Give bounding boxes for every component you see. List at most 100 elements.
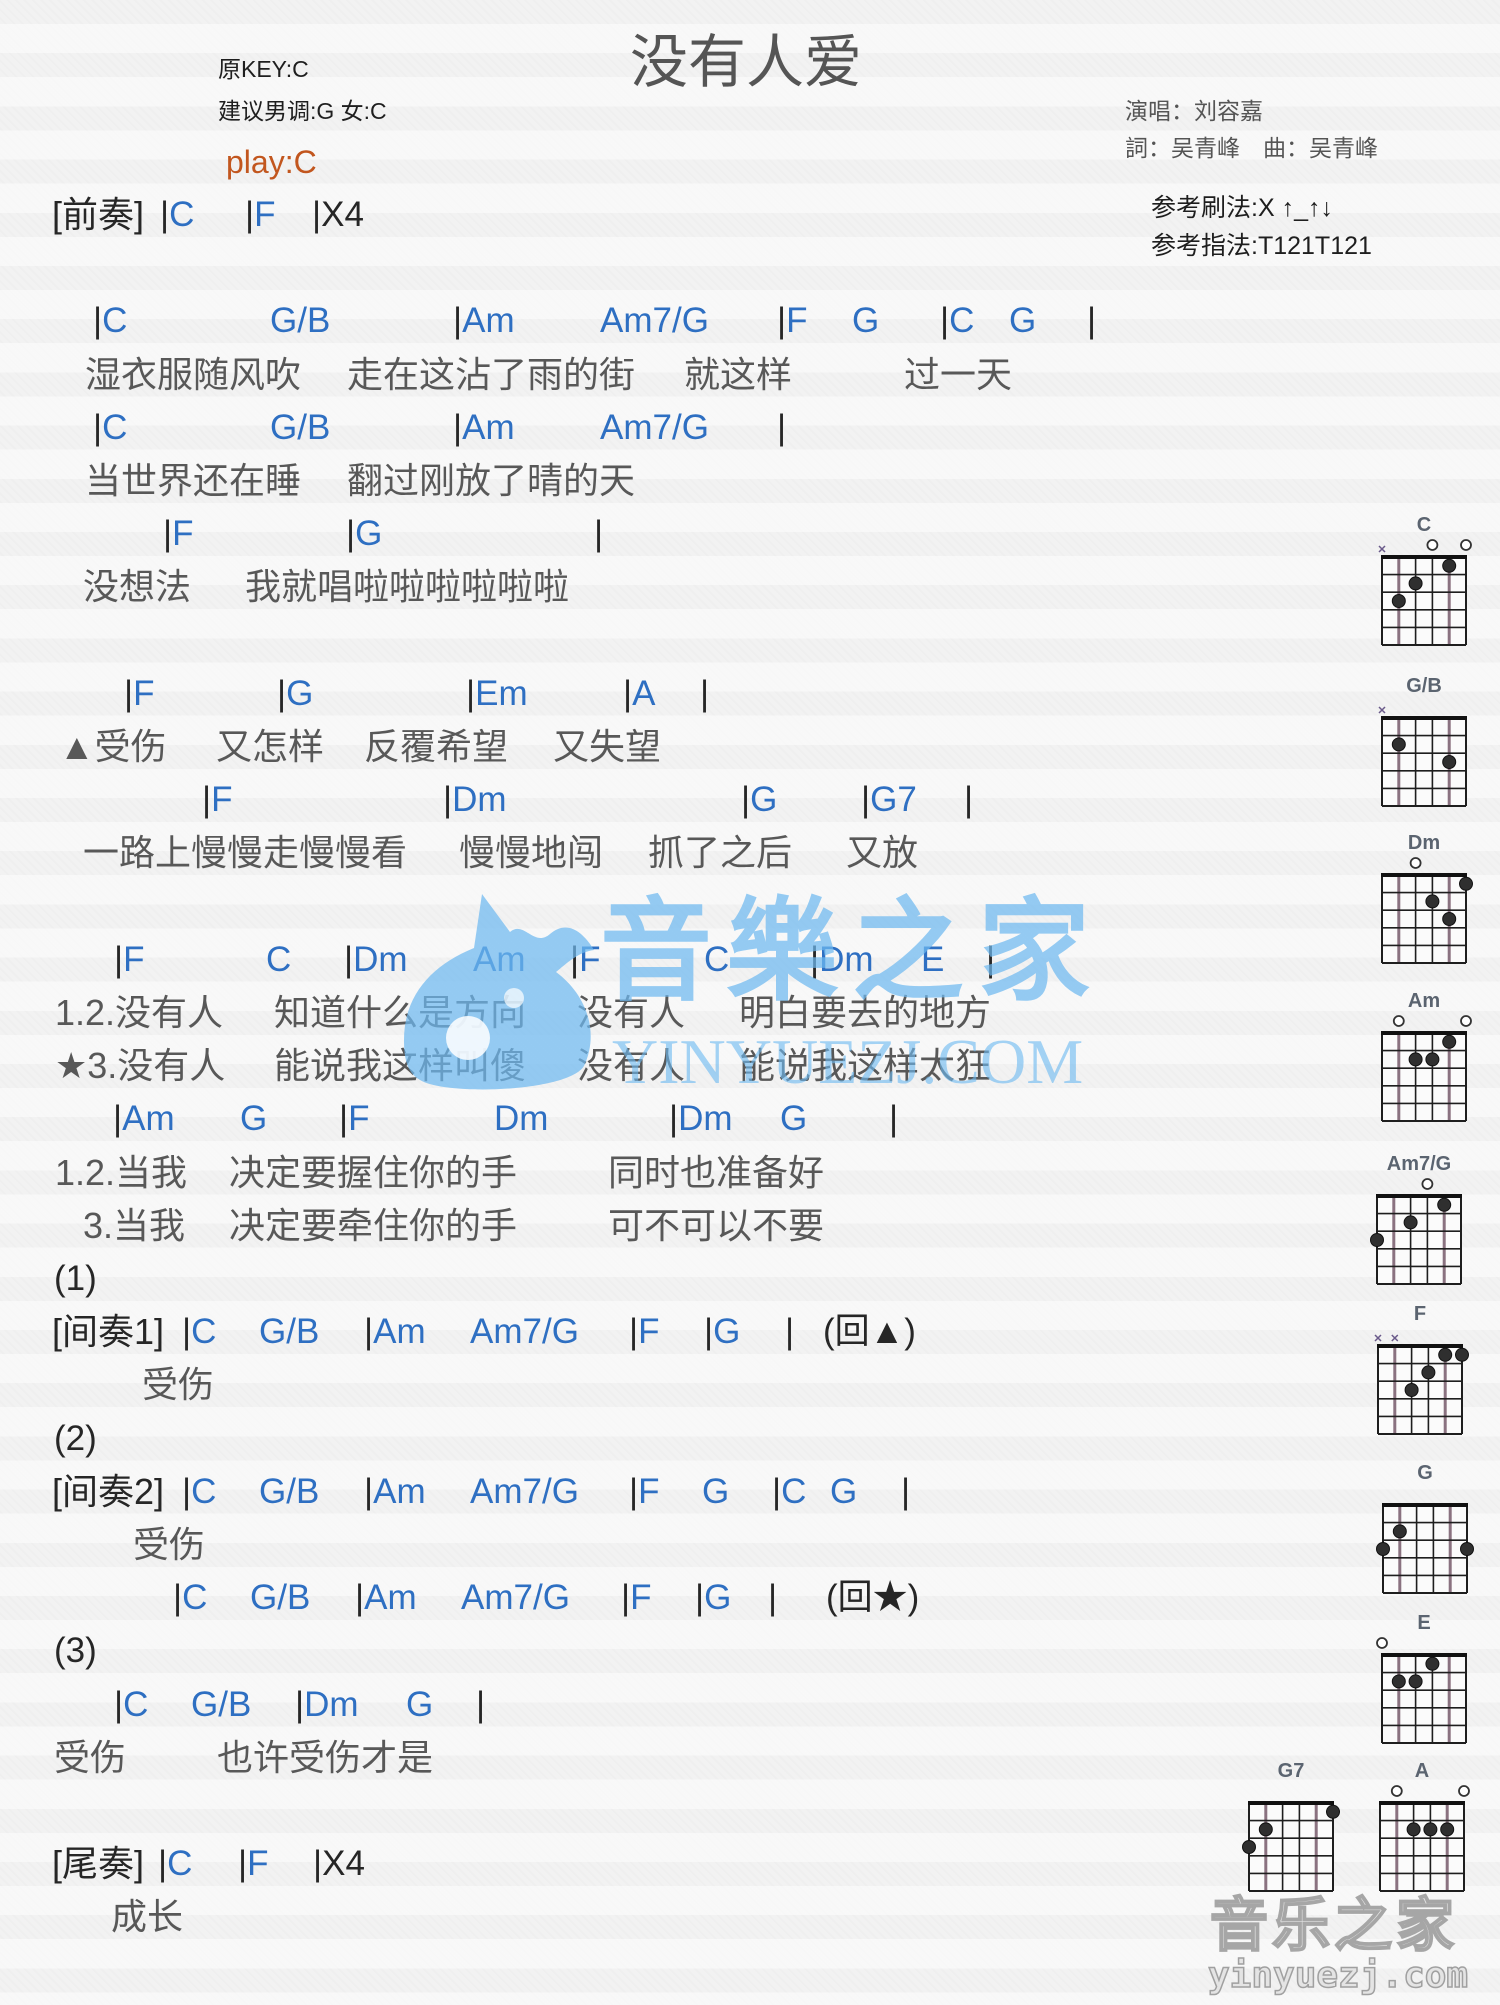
finger-dot [1403, 1215, 1418, 1230]
chord-token: |C [158, 1837, 192, 1890]
chord-name: F [638, 1312, 660, 1351]
chord-diagram-e: E [1376, 1612, 1467, 1744]
chord-name: Dm [819, 940, 874, 979]
bar-line: | [741, 780, 751, 819]
lyric-line: 成长 [0, 1890, 1360, 1943]
chord-name: G [704, 1578, 732, 1617]
chord-token: |G [346, 507, 382, 560]
bar-line: | [182, 1312, 192, 1351]
interlude-2-row: [间奏2] |C G/B |Am Am7/G |F G |C G | [0, 1465, 1360, 1518]
bar-line: | [443, 780, 453, 819]
chord-name: F [172, 514, 194, 553]
lyric-phrase: 抓了之后 [648, 832, 793, 873]
chord-token: |Am [453, 401, 515, 454]
finger-dot [1408, 576, 1423, 591]
bar-line: | [700, 674, 710, 713]
chord-name: Am7/G [600, 408, 709, 447]
lyric-line: 一路上慢慢走慢慢看 慢慢地闯 抓了之后 又放 [0, 826, 1360, 879]
chord-line: |F |G | [0, 507, 1360, 560]
finger-dot [1442, 1034, 1457, 1049]
return-instruction: (回▲) [823, 1312, 916, 1351]
chord-line: |Am G |F Dm |Dm G | [0, 1092, 1360, 1145]
lyric-phrase: 又放 [846, 832, 919, 873]
bar-line: | [277, 674, 287, 713]
chord-diagram-dm: Dm [1381, 832, 1473, 964]
song-title: 没有人爱 [630, 28, 863, 96]
chord-token: |C [772, 1465, 806, 1518]
chord-name: G [286, 674, 314, 713]
repeat-token: |X4 [312, 188, 364, 241]
section-label-outro: [尾奏] [52, 1843, 145, 1884]
finger-dot [1326, 1804, 1340, 1819]
lyric-phrase: 一路上慢慢走慢慢看 [83, 832, 408, 873]
fretboard [1382, 1655, 1466, 1743]
bar-line: | [238, 1844, 248, 1883]
section-label-intro: [前奏] [52, 194, 145, 235]
bar-line: | [344, 940, 354, 979]
lyric-phrase: 也许受伤才是 [217, 1737, 434, 1778]
chord-name: C [169, 195, 195, 234]
chord-token: |Am [113, 1092, 175, 1145]
bar-line: | [704, 1312, 714, 1351]
fretboard [1380, 1803, 1464, 1891]
bar-line: | [295, 1685, 305, 1724]
open-string-marker [1392, 1015, 1405, 1027]
chord-token: |F [124, 667, 154, 720]
bar-line: | [202, 780, 212, 819]
chord-name: F [254, 195, 276, 234]
suggested-key: 建议男调:G 女:C [218, 98, 387, 124]
chord-token: |C [93, 401, 127, 454]
lyric-phrase: 受伤 [133, 1524, 206, 1565]
chord-token: |F [245, 188, 275, 241]
open-string-marker [1390, 1785, 1403, 1797]
finger-dot [1242, 1840, 1256, 1854]
chord-name: G7 [870, 780, 917, 819]
open-string-marker [1421, 1178, 1434, 1190]
chord-diagram-am7-over-g: Am7/G [1370, 1153, 1462, 1285]
bar-line: | [889, 1099, 899, 1138]
chord-token: |G7 [861, 773, 917, 826]
return-instruction: (回★) [826, 1578, 920, 1617]
chord-token: |F [629, 1305, 659, 1358]
bar-line: | [313, 1844, 323, 1883]
bar-line: | [93, 301, 103, 340]
bar-line: | [124, 674, 134, 713]
finger-dot [1404, 1383, 1419, 1397]
chord-token: |F [570, 933, 600, 986]
lyric-line: 受伤 [0, 1358, 1360, 1411]
chord-line: |C G/B |Am Am7/G |F G |C G | [0, 294, 1360, 347]
ending-marker-row: (1) [0, 1252, 1360, 1305]
interlude-1-row: [间奏1] |C G/B |Am Am7/G |F |G | (回▲) [0, 1305, 1360, 1358]
chord-token: |Dm [344, 933, 408, 986]
chord-diagram-label: G/B [1406, 675, 1442, 697]
bar-line: | [312, 195, 322, 234]
chord-diagram-g7: G7 [1242, 1760, 1340, 1892]
chord-diagram-a: A [1379, 1760, 1470, 1892]
play-key: play:C [226, 144, 317, 180]
lyric-phrase: 受伤 [142, 1364, 215, 1405]
chord-token: |G [704, 1305, 740, 1358]
lyric-phrase: 翻过刚放了晴的天 [347, 460, 636, 501]
lyric-phrase: 决定要握住你的手 [229, 1152, 518, 1193]
chord-name: Am [473, 940, 526, 979]
chord-token: |Am [355, 1571, 417, 1624]
chord-token: |C [940, 294, 974, 347]
lyric-line: 1.2.没有人 知道什么是方向 没有人 明白要去的地方 [0, 986, 1360, 1039]
bar-line: | [114, 1685, 124, 1724]
lyric-phrase: 受伤 [54, 1737, 127, 1778]
chord-name: G [406, 1685, 434, 1724]
chord-token: |C [160, 188, 194, 241]
lyric-phrase: 没想法 [83, 566, 192, 607]
chord-token: |F [114, 933, 144, 986]
muted-string-marker [1378, 706, 1386, 714]
finger-dot [1392, 1524, 1407, 1539]
bar-line: | [570, 940, 580, 979]
chord-name: Am [122, 1099, 175, 1138]
bar-line: | [772, 1472, 782, 1511]
bar-line: | [964, 780, 974, 819]
chord-name: Am [364, 1578, 417, 1617]
chord-line: |C G/B |Am Am7/G | [0, 401, 1360, 454]
singer-credit: 演唱：刘容嘉 [1125, 98, 1263, 124]
lyric-phrase: 我就唱啦啦啦啦啦啦 [245, 566, 570, 607]
bar-line: | [861, 780, 871, 819]
